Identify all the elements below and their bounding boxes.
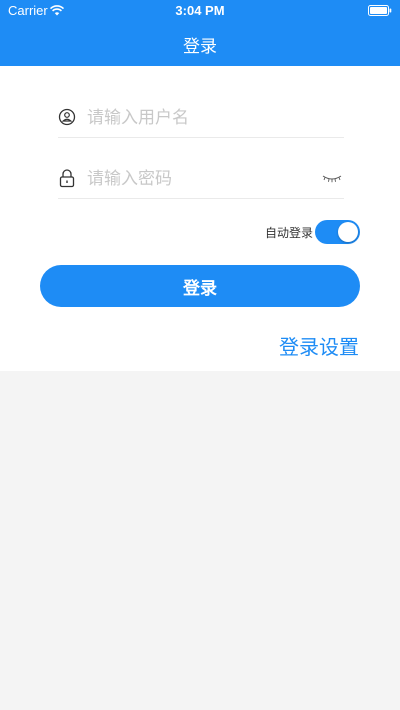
user-circle-icon	[58, 108, 76, 126]
login-screen: Carrier 3:04 PM 登录 请输入用户名 自动登录 登录 登录设置	[0, 0, 400, 710]
username-input[interactable]	[87, 104, 317, 132]
status-bar: Carrier 3:04 PM	[0, 0, 400, 22]
password-input[interactable]	[87, 165, 317, 193]
status-time: 3:04 PM	[175, 3, 225, 18]
eye-closed-icon[interactable]	[322, 174, 342, 184]
login-settings-link[interactable]: 登录设置	[279, 331, 359, 360]
login-button[interactable]: 登录	[40, 265, 360, 307]
auto-login-toggle[interactable]	[315, 220, 360, 244]
auto-login-label: 自动登录	[265, 226, 314, 240]
header: Carrier 3:04 PM 登录	[0, 0, 400, 66]
toggle-knob	[338, 222, 358, 242]
username-field	[58, 98, 344, 138]
auto-login-row: 自动登录	[250, 218, 360, 246]
battery-icon	[368, 5, 392, 16]
password-field	[58, 159, 344, 199]
login-form: 自动登录 登录 登录设置	[0, 66, 400, 371]
page-title: 登录	[183, 37, 217, 57]
lock-icon	[59, 169, 75, 188]
